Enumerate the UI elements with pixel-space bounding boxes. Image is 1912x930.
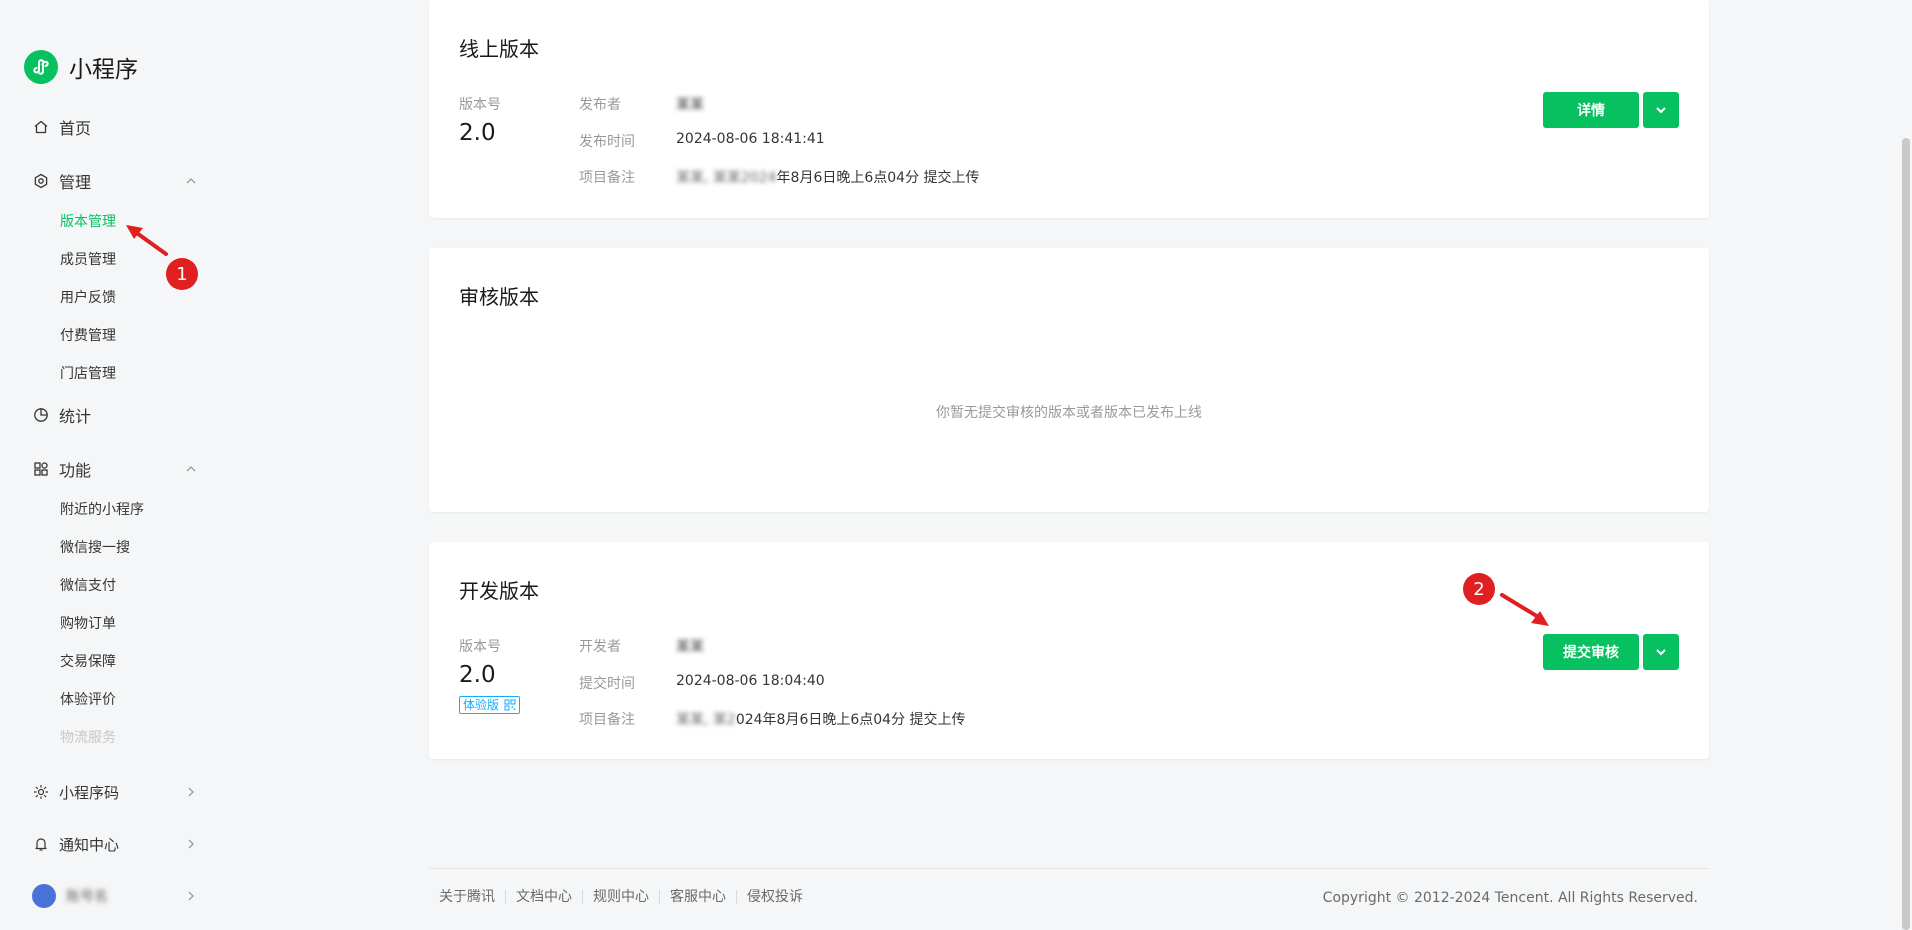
- online-more-dropdown[interactable]: [1643, 92, 1679, 128]
- sidebar-item-payment-manage[interactable]: 付费管理: [60, 325, 116, 347]
- pie-chart-icon: [32, 407, 49, 424]
- sidebar-item-user-feedback[interactable]: 用户反馈: [60, 287, 116, 309]
- chevron-down-icon: [1656, 649, 1666, 656]
- annotation-arrow-2-icon: [1500, 593, 1549, 626]
- version-label: 版本号: [459, 97, 501, 113]
- sidebar-item-version-manage[interactable]: 版本管理: [60, 211, 116, 233]
- chevron-right-icon: [188, 787, 194, 797]
- account-name: 账号名: [66, 889, 108, 905]
- online-version-card: 线上版本 版本号 2.0 发布者 某某 发布时间 2024-08-06 18:4…: [429, 0, 1709, 218]
- chevron-up-icon[interactable]: [184, 462, 198, 476]
- grid-icon: [32, 461, 49, 478]
- chevron-down-icon: [1656, 107, 1666, 114]
- app-logo[interactable]: 小程序: [24, 50, 138, 84]
- developer-value: 某某: [676, 639, 704, 655]
- sidebar: 小程序 首页 管理 版本管理 成员管理 用户反馈 付费管理 门店管理 统计 功能…: [0, 0, 213, 930]
- publish-time-label: 发布时间: [579, 134, 635, 150]
- miniprogram-logo-icon: [24, 50, 58, 84]
- publisher-value: 某某: [676, 97, 704, 113]
- dev-note-value: 某某, 某2 024年8月6日晚上6点04分 提交上传: [676, 709, 966, 729]
- sidebar-item-wechat-pay[interactable]: 微信支付: [60, 575, 116, 597]
- bell-icon: [32, 836, 49, 853]
- chevron-up-icon[interactable]: [184, 174, 198, 188]
- nav-manage[interactable]: 管理: [32, 167, 198, 195]
- dev-note-label: 项目备注: [579, 712, 635, 728]
- nav-manage-label: 管理: [59, 173, 92, 192]
- detail-button[interactable]: 详情: [1543, 92, 1639, 128]
- nav-notify-label: 通知中心: [59, 835, 120, 854]
- online-version-title: 线上版本: [459, 37, 539, 61]
- sidebar-item-store-manage[interactable]: 门店管理: [60, 363, 116, 385]
- nav-home-label: 首页: [59, 119, 92, 138]
- submit-time-label: 提交时间: [579, 676, 635, 692]
- developer-label: 开发者: [579, 639, 621, 655]
- nav-account[interactable]: 账号名: [32, 882, 198, 910]
- nav-notify[interactable]: 通知中心: [32, 830, 198, 858]
- sidebar-item-nearby[interactable]: 附近的小程序: [60, 499, 144, 521]
- review-version-title: 审核版本: [459, 285, 539, 309]
- nav-qrcode-label: 小程序码: [59, 783, 120, 802]
- publisher-label: 发布者: [579, 97, 621, 113]
- nav-features-label: 功能: [59, 461, 92, 480]
- review-empty-tip: 你暂无提交审核的版本或者版本已发布上线: [936, 405, 1202, 421]
- annotation-marker-2: 2: [1463, 573, 1495, 605]
- home-icon: [32, 119, 49, 136]
- app-title: 小程序: [69, 57, 138, 83]
- submit-time-value: 2024-08-06 18:04:40: [676, 673, 825, 689]
- trial-version-badge[interactable]: 体验版: [459, 696, 521, 714]
- dev-more-dropdown[interactable]: [1643, 634, 1679, 670]
- note-value: 某某, 某某2024 年8月6日晚上6点04分 提交上传: [676, 167, 980, 187]
- nav-features[interactable]: 功能: [32, 455, 198, 483]
- sidebar-item-trade-guarantee[interactable]: 交易保障: [60, 651, 116, 673]
- annotation-marker-1: 1: [166, 258, 198, 290]
- footer-link-docs[interactable]: 文档中心: [506, 890, 583, 904]
- footer-link-rules[interactable]: 规则中心: [583, 890, 660, 904]
- submit-review-button[interactable]: 提交审核: [1543, 634, 1639, 670]
- review-version-card: 审核版本 你暂无提交审核的版本或者版本已发布上线: [429, 248, 1709, 512]
- sidebar-item-experience-review[interactable]: 体验评价: [60, 689, 116, 711]
- avatar: [32, 884, 56, 908]
- sidebar-item-orders[interactable]: 购物订单: [60, 613, 116, 635]
- sidebar-item-logistics[interactable]: 物流服务: [60, 727, 116, 749]
- page-scrollbar[interactable]: [1902, 138, 1910, 930]
- footer-link-support[interactable]: 客服中心: [660, 890, 737, 904]
- annotation-arrow-1-icon: [126, 225, 168, 256]
- note-blurred: 某某, 某某2024: [676, 170, 777, 186]
- note-label: 项目备注: [579, 170, 635, 186]
- footer-link-infringement[interactable]: 侵权投诉: [737, 890, 813, 904]
- nav-qrcode[interactable]: 小程序码: [32, 778, 198, 806]
- dev-version-title: 开发版本: [459, 579, 539, 603]
- nav-home[interactable]: 首页: [32, 113, 198, 141]
- dev-version-number: 2.0: [459, 662, 496, 688]
- dev-version-label: 版本号: [459, 639, 501, 655]
- qrcode-icon: [504, 699, 516, 711]
- settings-icon: [32, 173, 49, 190]
- chevron-right-icon: [188, 891, 194, 901]
- version-number: 2.0: [459, 120, 496, 146]
- dev-note-blurred: 某某, 某2: [676, 712, 736, 728]
- dev-version-card: 开发版本 版本号 2.0 体验版 开发者 某某 提交时间 2024-08-06 …: [429, 542, 1709, 759]
- chevron-right-icon: [188, 839, 194, 849]
- footer-links: 关于腾讯 文档中心 规则中心 客服中心 侵权投诉: [439, 890, 813, 904]
- dev-note-text: 024年8月6日晚上6点04分 提交上传: [735, 712, 966, 728]
- footer-divider: [429, 868, 1709, 869]
- publish-time-value: 2024-08-06 18:41:41: [676, 131, 825, 147]
- trial-badge-label: 体验版: [463, 698, 500, 712]
- nav-stats-label: 统计: [59, 407, 92, 426]
- copyright: Copyright © 2012-2024 Tencent. All Right…: [1322, 890, 1698, 906]
- nav-stats[interactable]: 统计: [32, 401, 198, 429]
- note-text: 年8月6日晚上6点04分 提交上传: [776, 170, 980, 186]
- sidebar-item-wechat-search[interactable]: 微信搜一搜: [60, 537, 130, 559]
- footer-link-about[interactable]: 关于腾讯: [439, 890, 506, 904]
- sun-icon: [32, 784, 49, 801]
- sidebar-item-member-manage[interactable]: 成员管理: [60, 249, 116, 271]
